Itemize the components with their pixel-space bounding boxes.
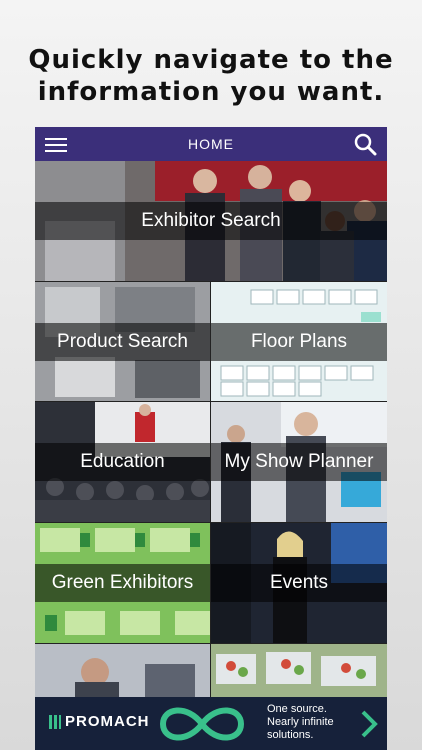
- partial-left-photo: [35, 644, 210, 697]
- tile-partial-left[interactable]: [35, 644, 210, 697]
- partial-right-photo: [211, 644, 387, 697]
- sponsor-banner[interactable]: PROMACH One source. Nearly infinite solu…: [35, 697, 387, 750]
- promach-logo-icon: [49, 715, 61, 730]
- tile-label: Education: [35, 443, 210, 481]
- tile-exhibitor-search[interactable]: Exhibitor Search: [35, 161, 387, 281]
- headline-line-1: Quickly navigate to the: [28, 45, 394, 75]
- infinity-icon: [159, 707, 245, 741]
- tile-my-show-planner[interactable]: My Show Planner: [211, 402, 387, 522]
- tile-education[interactable]: Education: [35, 402, 210, 522]
- ad-tagline-3: solutions.: [267, 729, 314, 741]
- tile-label: Exhibitor Search: [35, 202, 387, 240]
- tile-label: Events: [211, 564, 387, 602]
- tile-label: Green Exhibitors: [35, 564, 210, 602]
- tile-green-exhibitors[interactable]: Green Exhibitors: [35, 523, 210, 643]
- ad-tagline-1: One source.: [267, 703, 327, 715]
- headline-line-2: information you want.: [37, 77, 385, 107]
- page-title: HOME: [188, 136, 234, 152]
- top-nav-bar: HOME: [35, 127, 387, 161]
- tile-floor-plans[interactable]: Floor Plans: [211, 282, 387, 401]
- tile-label: Product Search: [35, 323, 210, 361]
- tile-label: Floor Plans: [211, 323, 387, 361]
- ad-tagline: One source. Nearly infinite solutions.: [267, 703, 357, 742]
- marketing-headline: Quickly navigate to the information you …: [0, 44, 422, 108]
- tile-label: My Show Planner: [211, 443, 387, 481]
- chevron-right-icon[interactable]: [359, 709, 379, 739]
- tile-product-search[interactable]: Product Search: [35, 282, 210, 401]
- search-icon[interactable]: [353, 132, 377, 156]
- ad-tagline-2: Nearly infinite: [267, 716, 334, 728]
- tile-partial-right[interactable]: [211, 644, 387, 697]
- app-screen: HOME Exhibitor Search Product Search Flo…: [35, 127, 387, 750]
- promach-logo: PROMACH: [49, 713, 150, 730]
- ad-brand: PROMACH: [65, 713, 150, 730]
- tile-events[interactable]: Events: [211, 523, 387, 643]
